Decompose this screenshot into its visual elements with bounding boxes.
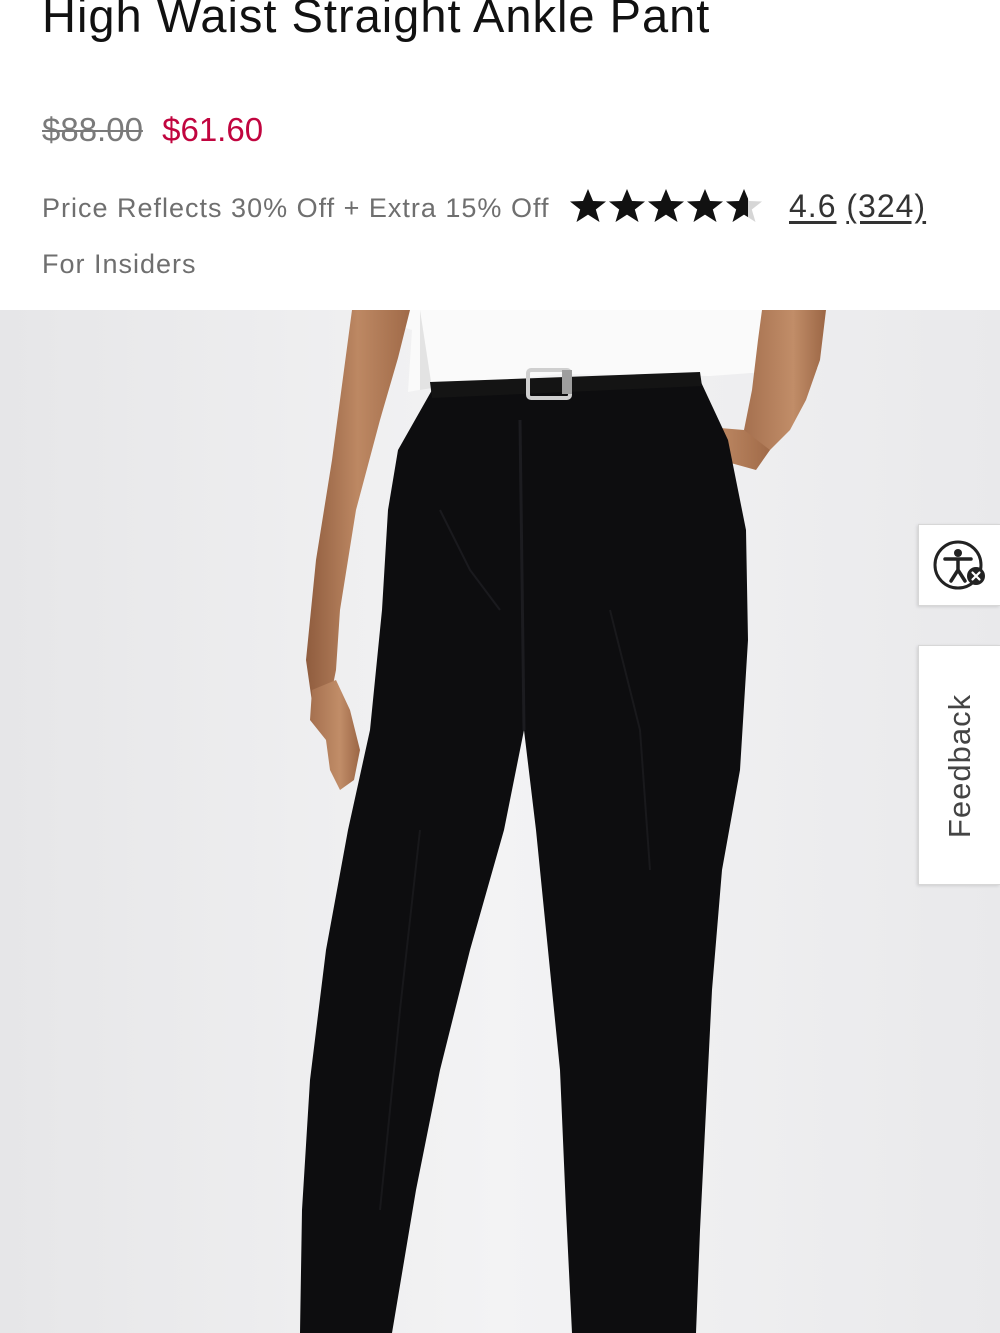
star-icon xyxy=(570,189,606,222)
promo-text: Price Reflects 30% Off + Extra 15% Off F… xyxy=(42,193,550,279)
rating-summary[interactable]: 4.6 (324) xyxy=(568,186,926,226)
model-wearing-black-pants-image xyxy=(0,310,1000,1333)
original-price: $88.00 xyxy=(42,111,143,148)
product-title: High Waist Straight Ankle Pant xyxy=(42,0,711,42)
star-icon xyxy=(609,189,645,222)
rating-count[interactable]: (324) xyxy=(846,188,926,224)
accessibility-button[interactable] xyxy=(918,524,1000,606)
feedback-label: Feedback xyxy=(942,693,977,839)
price-block: $88.00 $61.60 xyxy=(42,110,263,150)
star-rating xyxy=(568,186,763,226)
feedback-tab[interactable]: Feedback xyxy=(918,645,1000,885)
star-icon xyxy=(648,189,684,222)
sale-price: $61.60 xyxy=(162,111,264,148)
star-icon xyxy=(726,189,762,222)
accessibility-person-icon xyxy=(933,540,985,590)
product-image[interactable] xyxy=(0,310,1000,1333)
star-icon xyxy=(687,189,723,222)
rating-text[interactable]: 4.6 (324) xyxy=(789,186,926,226)
rating-value[interactable]: 4.6 xyxy=(789,188,836,224)
